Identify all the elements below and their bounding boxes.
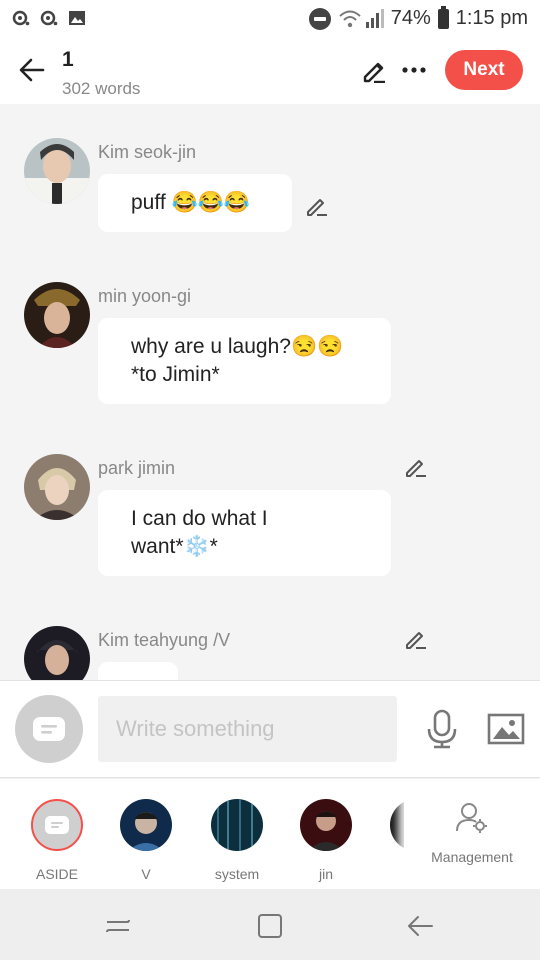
aside-avatar	[31, 799, 83, 851]
pencil-icon	[406, 460, 426, 477]
character-item-system[interactable]: system	[202, 799, 272, 882]
avatar[interactable]	[24, 138, 90, 204]
avatar	[211, 799, 263, 851]
speaker-name: park jimin	[98, 458, 176, 478]
manage-users-icon	[456, 803, 487, 833]
home-button[interactable]	[255, 911, 285, 941]
home-icon	[258, 914, 282, 938]
message-input[interactable]	[98, 696, 397, 762]
do-not-disturb-icon	[308, 7, 331, 30]
message-text: puff 😂😂😂	[131, 191, 250, 214]
chat-area[interactable]: Kim seok-jin puff 😂😂😂 min yoon-gi why ar…	[0, 104, 540, 680]
pencil-icon	[363, 62, 385, 83]
avatar[interactable]	[24, 282, 90, 348]
notification-icons	[12, 9, 86, 27]
pencil-icon	[307, 199, 327, 216]
word-count: 302 words	[62, 79, 141, 98]
composer-bar	[0, 680, 540, 778]
message-text: *to Jimin*	[131, 363, 220, 386]
story-title: 1	[62, 48, 74, 71]
management-label: Management	[431, 849, 513, 865]
character-name: jin	[318, 866, 333, 882]
more-icon	[402, 67, 426, 73]
image-button[interactable]	[486, 711, 526, 747]
edit-message-button[interactable]	[403, 453, 429, 479]
battery-icon	[437, 5, 449, 29]
aside-icon	[33, 717, 65, 741]
image-icon	[487, 713, 525, 745]
system-back-button[interactable]	[405, 911, 435, 941]
avatar	[120, 799, 172, 851]
wifi-signal-icon	[339, 8, 384, 28]
battery-percent: 74%	[390, 7, 431, 29]
speaker-name: Kim teahyung /V	[98, 630, 231, 650]
notification-icon	[12, 10, 30, 26]
character-selector: ASIDE V system jin Management	[0, 779, 540, 889]
edit-message-button[interactable]	[304, 192, 330, 218]
message-bubble[interactable]: puff 😂😂😂	[98, 174, 292, 232]
back-button[interactable]	[14, 52, 50, 88]
gallery-icon	[69, 11, 85, 25]
next-button[interactable]: Next	[445, 50, 523, 90]
avatar	[300, 799, 352, 851]
character-name: ASIDE	[35, 866, 78, 882]
character-name: system	[214, 866, 260, 882]
message-text: I can do what I	[131, 507, 268, 530]
character-item-v[interactable]: V	[111, 799, 181, 882]
message-text: want*❄️*	[131, 535, 218, 558]
microphone-icon	[427, 709, 457, 749]
recent-apps-button[interactable]	[103, 911, 133, 941]
character-name: V	[141, 866, 151, 882]
message-bubble[interactable]: why are u laugh?😒😒 *to Jimin*	[98, 318, 391, 404]
back-arrow-icon	[408, 916, 433, 936]
back-arrow-icon	[19, 58, 45, 82]
aside-toggle-button[interactable]	[15, 695, 83, 763]
avatar[interactable]	[24, 454, 90, 520]
message-bubble[interactable]	[98, 662, 178, 680]
avatar[interactable]	[24, 626, 90, 680]
more-options-button[interactable]	[398, 54, 430, 86]
aside-icon	[45, 816, 69, 834]
message-text: why are u laugh?😒😒	[131, 335, 344, 358]
character-item-jin[interactable]: jin	[291, 799, 361, 882]
edit-message-button[interactable]	[403, 625, 429, 651]
management-button[interactable]: Management	[404, 779, 540, 889]
notification-icon	[40, 10, 58, 26]
clock: 1:15 pm	[455, 7, 528, 29]
editor-header: 1 302 words Next	[0, 38, 540, 104]
recent-apps-icon	[106, 919, 130, 933]
system-nav-bar	[0, 889, 540, 960]
status-bar: 74% 1:15 pm	[0, 0, 540, 38]
pencil-icon	[406, 632, 426, 649]
voice-input-button[interactable]	[424, 709, 460, 749]
speaker-name: Kim seok-jin	[98, 142, 197, 162]
message-bubble[interactable]: I can do what I want*❄️*	[98, 490, 391, 576]
edit-title-button[interactable]	[358, 54, 390, 86]
speaker-name: min yoon-gi	[98, 286, 192, 306]
character-item-aside[interactable]: ASIDE	[22, 799, 92, 882]
